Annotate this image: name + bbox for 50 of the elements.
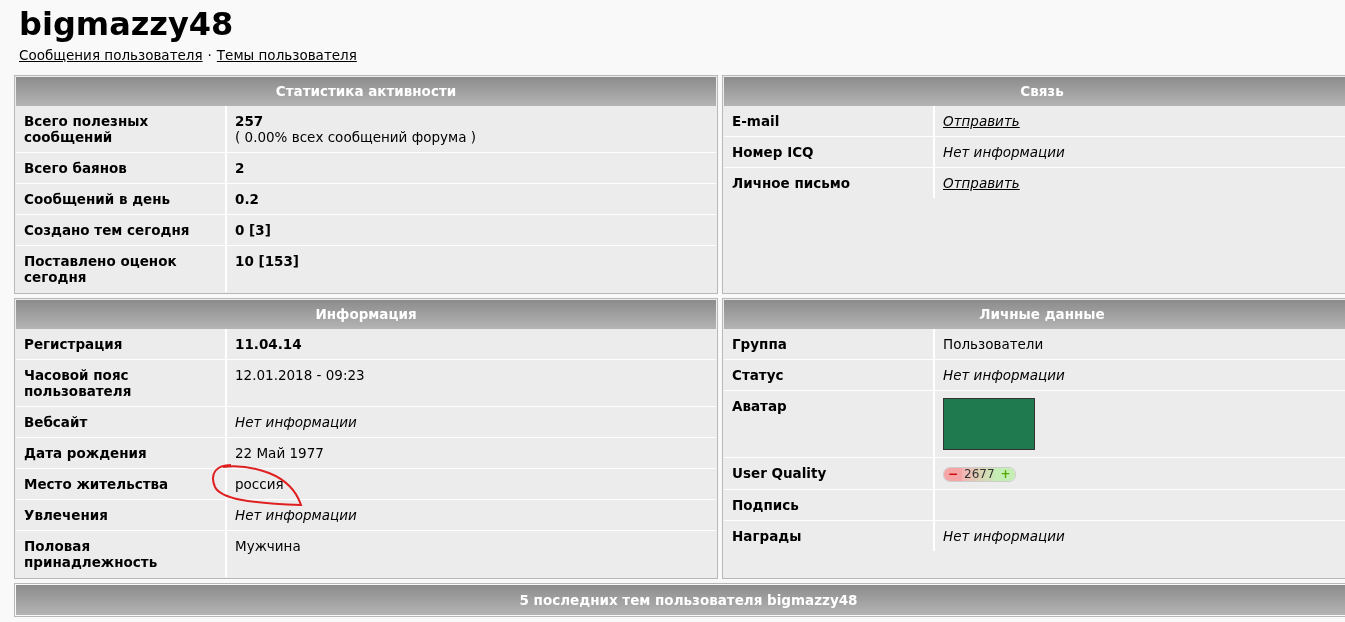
field-label: Аватар — [724, 391, 935, 457]
stat-value: 0 [3] — [235, 222, 271, 238]
field-label: Группа — [724, 329, 935, 359]
field-label: User Quality — [724, 458, 935, 489]
field-value: Нет информации — [943, 144, 1065, 160]
field-label: Вебсайт — [16, 407, 227, 437]
field-label: Регистрация — [16, 329, 227, 359]
stat-note: ( 0.00% всех сообщений форума ) — [235, 129, 478, 145]
panel-heading: 5 последних тем пользователя bigmazzy48 — [16, 585, 1345, 615]
user-topics-link[interactable]: Темы пользователя — [216, 47, 357, 63]
field-value: 12.01.2018 - 09:23 — [235, 367, 365, 383]
panel-heading: Личные данные — [724, 300, 1345, 329]
field-value: Мужчина — [235, 538, 301, 554]
field-label: Сообщений в день — [16, 184, 227, 214]
field-label: Часовой пояс пользователя — [16, 360, 227, 406]
field-label: Создано тем сегодня — [16, 215, 227, 245]
panel-heading: Статистика активности — [16, 77, 716, 106]
field-label: Поставлено оценок сегодня — [16, 246, 227, 292]
rating-value: 2677 — [962, 468, 997, 481]
field-label: Личное письмо — [724, 168, 935, 198]
field-value: 22 Май 1977 — [235, 445, 324, 461]
panel-heading: Информация — [16, 300, 716, 329]
field-label: Подпись — [724, 490, 935, 520]
field-label: Всего полезных сообщений — [16, 106, 227, 152]
field-label: Всего баянов — [16, 153, 227, 183]
user-name: bigmazzy48 — [19, 4, 235, 44]
stat-value: 11.04.14 — [235, 336, 302, 352]
field-label: Дата рождения — [16, 438, 227, 468]
field-value: Нет информации — [235, 507, 357, 523]
field-value: Нет информации — [235, 414, 357, 430]
stat-value: 257 — [235, 113, 265, 129]
link-separator: · — [207, 47, 212, 63]
field-value: россия — [235, 476, 284, 492]
field-value: Пользователи — [943, 336, 1044, 352]
field-label: E-mail — [724, 106, 935, 136]
field-label: Статус — [724, 360, 935, 390]
field-label: Увлечения — [16, 500, 227, 530]
field-label: Место жительства — [16, 469, 227, 499]
field-value: Нет информации — [943, 528, 1065, 544]
field-label: Половая принадлежность — [16, 531, 227, 577]
field-label: Награды — [724, 521, 935, 551]
send-link[interactable]: Отправить — [943, 113, 1020, 129]
stat-value: 0.2 — [235, 191, 259, 207]
stat-value: 10 [153] — [235, 253, 299, 269]
panel-heading: Связь — [724, 77, 1345, 106]
user-posts-link[interactable]: Сообщения пользователя — [19, 47, 203, 63]
send-link[interactable]: Отправить — [943, 175, 1020, 191]
field-value: Нет информации — [943, 367, 1065, 383]
stat-value: 2 — [235, 160, 245, 176]
field-label: Номер ICQ — [724, 137, 935, 167]
